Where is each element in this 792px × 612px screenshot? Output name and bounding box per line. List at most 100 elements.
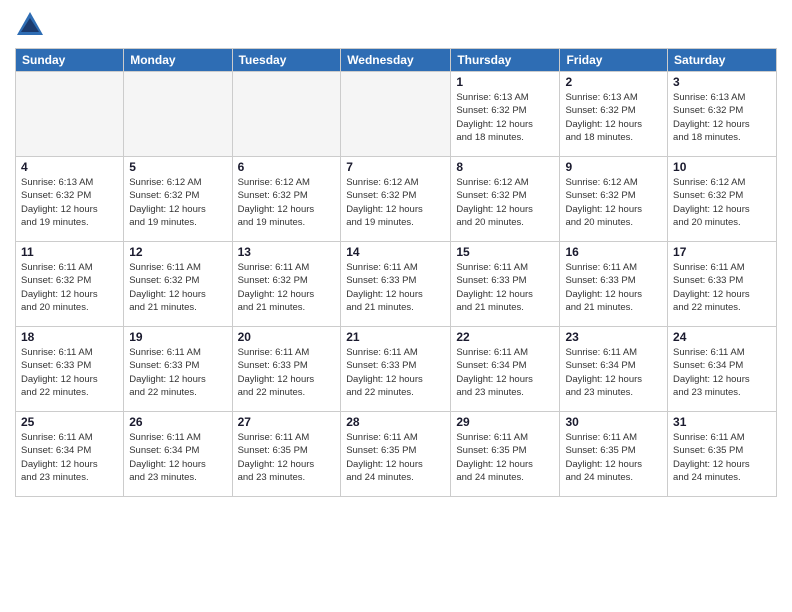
day-number: 11 (21, 245, 118, 259)
day-info: Sunrise: 6:11 AM Sunset: 6:32 PM Dayligh… (21, 261, 118, 314)
day-number: 23 (565, 330, 662, 344)
day-cell: 18 Sunrise: 6:11 AM Sunset: 6:33 PM Dayli… (16, 327, 124, 412)
day-info: Sunrise: 6:11 AM Sunset: 6:35 PM Dayligh… (346, 431, 445, 484)
day-number: 13 (238, 245, 336, 259)
week-row-5: 25 Sunrise: 6:11 AM Sunset: 6:34 PM Dayli… (16, 412, 777, 497)
day-cell: 3 Sunrise: 6:13 AM Sunset: 6:32 PM Daylig… (668, 72, 777, 157)
day-info: Sunrise: 6:11 AM Sunset: 6:35 PM Dayligh… (565, 431, 662, 484)
day-info: Sunrise: 6:11 AM Sunset: 6:33 PM Dayligh… (21, 346, 118, 399)
day-cell: 9Sunrise: 6:12 AM Sunset: 6:32 PM Daylig… (560, 157, 668, 242)
logo (15, 10, 49, 40)
day-cell: 28 Sunrise: 6:11 AM Sunset: 6:35 PM Dayli… (341, 412, 451, 497)
day-info: Sunrise: 6:11 AM Sunset: 6:34 PM Dayligh… (129, 431, 226, 484)
day-cell: 11 Sunrise: 6:11 AM Sunset: 6:32 PM Dayli… (16, 242, 124, 327)
day-number: 16 (565, 245, 662, 259)
day-cell: 6Sunrise: 6:12 AM Sunset: 6:32 PM Daylig… (232, 157, 341, 242)
day-cell: 13Sunrise: 6:11 AM Sunset: 6:32 PM Dayli… (232, 242, 341, 327)
week-row-2: 4 Sunrise: 6:13 AM Sunset: 6:32 PM Daylig… (16, 157, 777, 242)
day-cell: 14Sunrise: 6:11 AM Sunset: 6:33 PM Dayli… (341, 242, 451, 327)
weekday-header-saturday: Saturday (668, 49, 777, 72)
day-info: Sunrise: 6:13 AM Sunset: 6:32 PM Dayligh… (456, 91, 554, 144)
day-cell: 29Sunrise: 6:11 AM Sunset: 6:35 PM Dayli… (451, 412, 560, 497)
day-info: Sunrise: 6:12 AM Sunset: 6:32 PM Dayligh… (238, 176, 336, 229)
day-cell: 21 Sunrise: 6:11 AM Sunset: 6:33 PM Dayli… (341, 327, 451, 412)
weekday-header-friday: Friday (560, 49, 668, 72)
day-cell: 4 Sunrise: 6:13 AM Sunset: 6:32 PM Daylig… (16, 157, 124, 242)
day-cell: 23 Sunrise: 6:11 AM Sunset: 6:34 PM Dayli… (560, 327, 668, 412)
day-cell: 19 Sunrise: 6:11 AM Sunset: 6:33 PM Dayli… (124, 327, 232, 412)
day-info: Sunrise: 6:13 AM Sunset: 6:32 PM Dayligh… (21, 176, 118, 229)
day-number: 10 (673, 160, 771, 174)
day-number: 4 (21, 160, 118, 174)
day-number: 18 (21, 330, 118, 344)
day-cell: 2Sunrise: 6:13 AM Sunset: 6:32 PM Daylig… (560, 72, 668, 157)
day-info: Sunrise: 6:11 AM Sunset: 6:33 PM Dayligh… (129, 346, 226, 399)
day-info: Sunrise: 6:11 AM Sunset: 6:34 PM Dayligh… (565, 346, 662, 399)
day-cell: 24 Sunrise: 6:11 AM Sunset: 6:34 PM Dayli… (668, 327, 777, 412)
day-info: Sunrise: 6:11 AM Sunset: 6:33 PM Dayligh… (565, 261, 662, 314)
day-number: 5 (129, 160, 226, 174)
day-info: Sunrise: 6:11 AM Sunset: 6:33 PM Dayligh… (456, 261, 554, 314)
day-number: 26 (129, 415, 226, 429)
day-info: Sunrise: 6:11 AM Sunset: 6:32 PM Dayligh… (129, 261, 226, 314)
weekday-header-row: SundayMondayTuesdayWednesdayThursdayFrid… (16, 49, 777, 72)
day-cell: 7 Sunrise: 6:12 AM Sunset: 6:32 PM Daylig… (341, 157, 451, 242)
day-cell: 22 Sunrise: 6:11 AM Sunset: 6:34 PM Dayli… (451, 327, 560, 412)
day-info: Sunrise: 6:11 AM Sunset: 6:35 PM Dayligh… (673, 431, 771, 484)
day-cell: 31 Sunrise: 6:11 AM Sunset: 6:35 PM Dayli… (668, 412, 777, 497)
weekday-header-sunday: Sunday (16, 49, 124, 72)
week-row-3: 11 Sunrise: 6:11 AM Sunset: 6:32 PM Dayli… (16, 242, 777, 327)
day-cell (16, 72, 124, 157)
day-cell: 10Sunrise: 6:12 AM Sunset: 6:32 PM Dayli… (668, 157, 777, 242)
day-number: 24 (673, 330, 771, 344)
day-number: 14 (346, 245, 445, 259)
day-info: Sunrise: 6:12 AM Sunset: 6:32 PM Dayligh… (346, 176, 445, 229)
day-number: 20 (238, 330, 336, 344)
day-info: Sunrise: 6:12 AM Sunset: 6:32 PM Dayligh… (456, 176, 554, 229)
day-info: Sunrise: 6:11 AM Sunset: 6:33 PM Dayligh… (346, 346, 445, 399)
week-row-1: 1 Sunrise: 6:13 AM Sunset: 6:32 PM Daylig… (16, 72, 777, 157)
day-number: 29 (456, 415, 554, 429)
day-number: 21 (346, 330, 445, 344)
day-number: 27 (238, 415, 336, 429)
weekday-header-tuesday: Tuesday (232, 49, 341, 72)
day-cell: 12 Sunrise: 6:11 AM Sunset: 6:32 PM Dayli… (124, 242, 232, 327)
day-number: 31 (673, 415, 771, 429)
day-cell: 16 Sunrise: 6:11 AM Sunset: 6:33 PM Dayli… (560, 242, 668, 327)
day-number: 7 (346, 160, 445, 174)
day-info: Sunrise: 6:11 AM Sunset: 6:34 PM Dayligh… (673, 346, 771, 399)
day-number: 9 (565, 160, 662, 174)
page: SundayMondayTuesdayWednesdayThursdayFrid… (0, 0, 792, 612)
day-info: Sunrise: 6:13 AM Sunset: 6:32 PM Dayligh… (673, 91, 771, 144)
week-row-4: 18 Sunrise: 6:11 AM Sunset: 6:33 PM Dayli… (16, 327, 777, 412)
day-number: 19 (129, 330, 226, 344)
day-cell: 26 Sunrise: 6:11 AM Sunset: 6:34 PM Dayli… (124, 412, 232, 497)
day-info: Sunrise: 6:11 AM Sunset: 6:34 PM Dayligh… (21, 431, 118, 484)
day-cell: 1 Sunrise: 6:13 AM Sunset: 6:32 PM Daylig… (451, 72, 560, 157)
day-number: 3 (673, 75, 771, 89)
day-info: Sunrise: 6:11 AM Sunset: 6:33 PM Dayligh… (673, 261, 771, 314)
day-number: 12 (129, 245, 226, 259)
header (15, 10, 777, 40)
weekday-header-wednesday: Wednesday (341, 49, 451, 72)
weekday-header-monday: Monday (124, 49, 232, 72)
day-number: 30 (565, 415, 662, 429)
day-number: 1 (456, 75, 554, 89)
calendar: SundayMondayTuesdayWednesdayThursdayFrid… (15, 48, 777, 497)
day-cell (232, 72, 341, 157)
weekday-header-thursday: Thursday (451, 49, 560, 72)
day-info: Sunrise: 6:12 AM Sunset: 6:32 PM Dayligh… (129, 176, 226, 229)
day-cell: 30 Sunrise: 6:11 AM Sunset: 6:35 PM Dayli… (560, 412, 668, 497)
day-cell: 5 Sunrise: 6:12 AM Sunset: 6:32 PM Daylig… (124, 157, 232, 242)
day-cell: 27Sunrise: 6:11 AM Sunset: 6:35 PM Dayli… (232, 412, 341, 497)
day-number: 17 (673, 245, 771, 259)
day-cell: 20Sunrise: 6:11 AM Sunset: 6:33 PM Dayli… (232, 327, 341, 412)
day-number: 15 (456, 245, 554, 259)
day-number: 28 (346, 415, 445, 429)
day-number: 25 (21, 415, 118, 429)
day-info: Sunrise: 6:13 AM Sunset: 6:32 PM Dayligh… (565, 91, 662, 144)
day-info: Sunrise: 6:11 AM Sunset: 6:34 PM Dayligh… (456, 346, 554, 399)
day-cell: 8 Sunrise: 6:12 AM Sunset: 6:32 PM Daylig… (451, 157, 560, 242)
day-number: 22 (456, 330, 554, 344)
day-number: 8 (456, 160, 554, 174)
